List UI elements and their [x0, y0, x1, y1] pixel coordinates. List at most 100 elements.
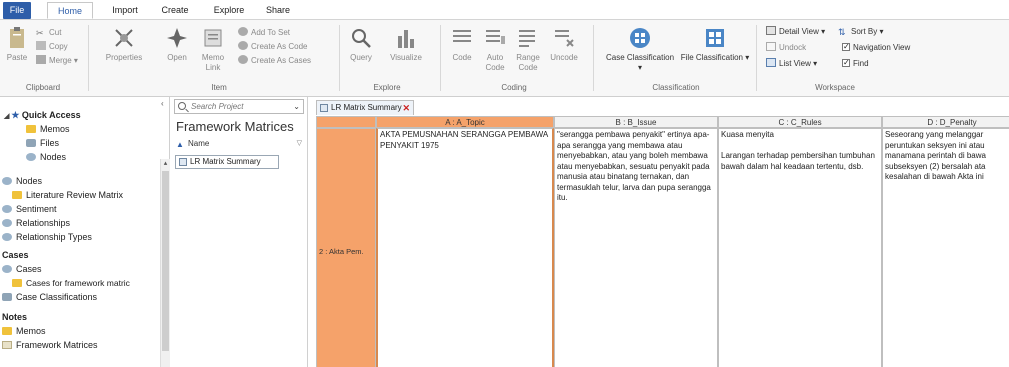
- paste-icon: [10, 27, 24, 48]
- tab-home[interactable]: Home: [47, 2, 93, 19]
- file-classification-icon: [706, 29, 724, 47]
- navigation-view-label: Navigation View: [853, 43, 911, 52]
- nav-item-label: Cases: [16, 264, 42, 274]
- nav-item-cases[interactable]: Cases: [2, 263, 42, 275]
- navigation-view-toggle[interactable]: Navigation View: [842, 41, 911, 54]
- list-title: Framework Matrices: [176, 119, 294, 134]
- paste-button[interactable]: Paste: [4, 26, 30, 63]
- row-header[interactable]: 2 : Akta Pem.: [316, 128, 376, 367]
- relationship-types-icon: [2, 233, 12, 241]
- uncode-button[interactable]: Uncode: [548, 26, 580, 63]
- cut-button[interactable]: ✂ Cut: [36, 27, 61, 39]
- auto-code-button[interactable]: Auto Code: [482, 26, 508, 73]
- auto-code-icon: [486, 30, 505, 44]
- memo-icon: [204, 29, 222, 47]
- scroll-up-icon[interactable]: ▴: [161, 159, 170, 169]
- file-classification-button[interactable]: File Classification ▾: [680, 26, 750, 63]
- find-toggle[interactable]: Find: [842, 57, 869, 70]
- ribbon-separator: [593, 25, 594, 91]
- nav-item-label: Memos: [16, 326, 46, 336]
- nodes-icon: [26, 153, 36, 161]
- sort-icon: ⇅: [838, 27, 846, 37]
- folder-icon: [12, 279, 22, 287]
- tab-file[interactable]: File: [3, 2, 31, 19]
- open-icon: [167, 28, 187, 48]
- ribbon-separator: [756, 25, 757, 91]
- memo-link-button[interactable]: Memo Link: [196, 26, 230, 73]
- merge-button[interactable]: Merge ▾: [36, 55, 78, 67]
- relationships-icon: [2, 219, 12, 227]
- workspace-group-label: Workspace: [815, 83, 855, 92]
- nav-section-nodes[interactable]: Nodes: [2, 175, 42, 187]
- nav-heading-cases: Cases: [2, 250, 29, 260]
- undock-icon: [766, 42, 776, 51]
- nav-item-nodes[interactable]: Nodes: [26, 151, 66, 163]
- create-as-code-label: Create As Code: [251, 42, 308, 51]
- matrix-cell-d[interactable]: Seseorang yang melanggar peruntukan seks…: [882, 128, 1009, 367]
- nav-item-memos[interactable]: Memos: [26, 123, 70, 135]
- list-item[interactable]: LR Matrix Summary: [175, 155, 279, 169]
- matrix-cell-b[interactable]: "serangga pembawa penyakit" ertinya apa-…: [554, 128, 718, 367]
- tab-explore[interactable]: Explore: [209, 2, 249, 19]
- scissors-icon: ✂: [36, 28, 44, 38]
- set-icon: [238, 27, 248, 36]
- classification-icon: [2, 293, 12, 301]
- nav-item-sentiment[interactable]: Sentiment: [2, 203, 57, 215]
- open-button[interactable]: Open: [164, 26, 190, 63]
- code-button[interactable]: Code: [448, 26, 476, 63]
- create-as-code-button[interactable]: Create As Code: [238, 41, 307, 53]
- quick-access-header[interactable]: ◢ ★ Quick Access: [4, 109, 81, 121]
- column-header-d[interactable]: D : D_Penalty: [882, 116, 1009, 128]
- collapse-nav-icon[interactable]: ‹: [161, 99, 164, 108]
- nav-item-label: Case Classifications: [16, 292, 98, 302]
- nav-item-files[interactable]: Files: [26, 137, 59, 149]
- nav-item-framework-matrices[interactable]: Framework Matrices: [2, 339, 98, 350]
- copy-button[interactable]: Copy: [36, 41, 68, 53]
- case-classification-button[interactable]: Case Classification ▾: [604, 26, 676, 73]
- auto-code-label: Auto Code: [485, 53, 505, 72]
- column-header-c[interactable]: C : C_Rules: [718, 116, 882, 128]
- search-project-input[interactable]: Search Project ⌄: [174, 99, 304, 114]
- detail-view-icon: [766, 26, 776, 35]
- tab-import[interactable]: Import: [108, 2, 142, 19]
- sort-arrow-icon: ▲: [176, 140, 184, 149]
- nav-item-case-classifications[interactable]: Case Classifications: [2, 291, 97, 303]
- document-tab[interactable]: LR Matrix Summary ✕: [316, 100, 414, 115]
- scroll-thumb[interactable]: [162, 171, 169, 351]
- visualize-button[interactable]: Visualize: [384, 26, 428, 63]
- nav-item-literature-review[interactable]: Literature Review Matrix: [12, 189, 123, 201]
- filter-icon[interactable]: ▽: [297, 139, 302, 147]
- range-code-button[interactable]: Range Code: [514, 26, 542, 73]
- nav-item-relationship-types[interactable]: Relationship Types: [2, 231, 92, 243]
- query-button[interactable]: Query: [346, 26, 376, 63]
- column-header-b[interactable]: B : B_Issue: [554, 116, 718, 128]
- create-as-cases-button[interactable]: Create As Cases: [238, 55, 311, 67]
- list-pane: Search Project ⌄ Framework Matrices ▲ Na…: [171, 97, 308, 367]
- matrix-cell-c[interactable]: Kuasa menyita Larangan terhadap pembersi…: [718, 128, 882, 367]
- name-column-label: Name: [188, 139, 210, 148]
- nav-item-label: Framework Matrices: [16, 340, 98, 350]
- matrix-icon: [320, 104, 328, 112]
- cases-icon: [238, 55, 248, 64]
- sort-by-button[interactable]: ⇅ Sort By ▾: [838, 26, 883, 38]
- chevron-down-icon[interactable]: ⌄: [293, 100, 300, 113]
- nav-item-relationships[interactable]: Relationships: [2, 217, 70, 229]
- code-label: Code: [452, 53, 472, 62]
- nav-item-notes-memos[interactable]: Memos: [2, 325, 46, 337]
- nav-scrollbar[interactable]: ▴: [160, 159, 170, 367]
- find-label: Find: [853, 59, 869, 68]
- matrix-cell-a[interactable]: AKTA PEMUSNAHAN SERANGGA PEMBAWA PENYAKI…: [376, 128, 554, 367]
- nav-item-label: Relationship Types: [16, 232, 92, 242]
- list-view-button[interactable]: List View ▾: [766, 58, 817, 70]
- nav-heading-notes: Notes: [2, 312, 28, 322]
- detail-view-button[interactable]: Detail View ▾: [766, 26, 825, 38]
- properties-button[interactable]: Properties: [102, 26, 146, 63]
- add-to-set-button[interactable]: Add To Set: [238, 27, 290, 39]
- undock-button[interactable]: Undock: [766, 42, 806, 54]
- coding-group-label: Coding: [501, 83, 527, 92]
- column-header-a[interactable]: A : A_Topic: [376, 116, 554, 128]
- tab-create[interactable]: Create: [158, 2, 192, 19]
- nav-item-cases-framework[interactable]: Cases for framework matric: [12, 277, 130, 289]
- close-icon[interactable]: ✕: [402, 101, 410, 115]
- tab-share[interactable]: Share: [263, 2, 293, 19]
